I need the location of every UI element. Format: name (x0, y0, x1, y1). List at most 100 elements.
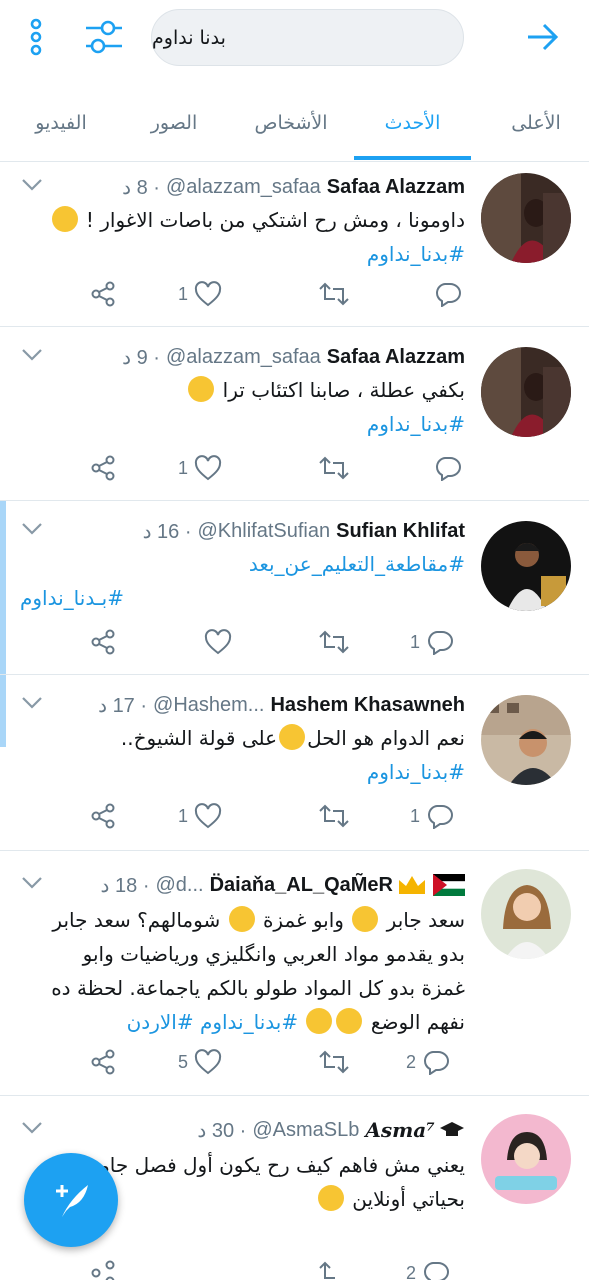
tweet-header: 𝑨𝒔𝒎𝒂⁷ @AsmaSLb · 30 د (46, 1116, 465, 1144)
compose-button[interactable] (24, 1153, 118, 1247)
tweet-time: · 9 د (122, 346, 160, 369)
like-button[interactable]: 1 (178, 451, 222, 485)
author-handle[interactable]: @AsmaSLb (252, 1119, 359, 1142)
tweet-header: Hashem Khasawneh @Hashem... · 17 د (46, 691, 465, 719)
share-icon[interactable] (90, 277, 116, 311)
reply-icon[interactable] (434, 277, 462, 311)
reply-button[interactable]: 2 (406, 1045, 450, 1079)
avatar[interactable] (481, 521, 571, 611)
share-icon[interactable] (90, 625, 116, 659)
active-tab-indicator (354, 156, 471, 160)
author-name[interactable]: Safaa Alazzam (327, 176, 465, 199)
tweet-card[interactable]: Safaa Alazzam @alazzam_safaa · 9 د بكفي … (0, 327, 589, 501)
tweet-card[interactable]: D̈aiaňa_AL_QaM̃eR @d... · 18 د سعد جابر … (0, 851, 589, 1096)
caret-down-icon[interactable] (20, 347, 44, 363)
filter-icon[interactable] (84, 17, 124, 57)
share-icon[interactable] (90, 1256, 116, 1280)
caret-down-icon[interactable] (20, 177, 44, 193)
like-button[interactable]: 1 (178, 277, 222, 311)
reply-icon[interactable] (434, 451, 462, 485)
like-count: 1 (178, 283, 189, 304)
tweet-time: · 18 د (100, 874, 150, 897)
avatar[interactable] (481, 347, 571, 437)
tweet-line: بدو يقدمو مواد العربي وانگليزي ورياضيات … (82, 942, 465, 966)
reply-button[interactable]: 1 (410, 799, 454, 833)
tweet-time: · 17 د (98, 694, 148, 717)
author-name[interactable]: Safaa Alazzam (327, 346, 465, 369)
like-button[interactable]: 5 (178, 1045, 222, 1079)
hashtag-link[interactable]: #بدنا_نداوم #الاردن (127, 1010, 298, 1034)
hashtag-link[interactable]: #بدنا_نداوم (18, 755, 465, 789)
slightly-smiling-face-icon (317, 1185, 344, 1211)
tweet-actions: 1 1 (80, 799, 480, 833)
avatar[interactable] (481, 173, 571, 263)
avatar[interactable] (481, 695, 571, 785)
crown-icon (397, 874, 427, 896)
reply-button[interactable]: 1 (410, 625, 454, 659)
tweet-text: بكفي عطلة ، صابنا اكتئاب ترا #بدنا_نداوم (18, 373, 465, 441)
retweet-icon[interactable] (318, 1256, 350, 1280)
tweet-header: Safaa Alazzam @alazzam_safaa · 9 د (46, 343, 465, 371)
hashtag-link[interactable]: #بـدنا_نداوم (18, 581, 465, 615)
tweet-card[interactable]: Hashem Khasawneh @Hashem... · 17 د نعم ا… (0, 675, 589, 851)
reply-icon (424, 1051, 450, 1075)
hashtag-link[interactable]: #بدنا_نداوم (18, 407, 465, 441)
author-handle[interactable]: @alazzam_safaa (166, 346, 321, 369)
author-name[interactable]: Hashem Khasawneh (270, 694, 465, 717)
caret-down-icon[interactable] (20, 521, 44, 537)
retweet-icon[interactable] (318, 277, 350, 311)
avatar[interactable] (481, 869, 571, 959)
tweet-time: · 16 د (142, 520, 192, 543)
menu-dots-icon[interactable] (16, 17, 56, 57)
author-name[interactable]: D̈aiaňa_AL_QaM̃eR (210, 874, 393, 897)
author-name[interactable]: 𝑨𝒔𝒎𝒂⁷ (365, 1118, 435, 1142)
back-arrow-icon[interactable] (522, 17, 562, 57)
caret-down-icon[interactable] (20, 1120, 44, 1136)
tab-people[interactable]: الأشخاص (236, 92, 346, 162)
author-name[interactable]: Sufian Khlifat (336, 520, 465, 543)
author-handle[interactable]: @d... (155, 874, 203, 897)
tweet-text: داومونا ، ومش رح اشتكي من باصات الاغوار … (18, 203, 465, 271)
tab-top[interactable]: الأعلى (486, 92, 586, 162)
hashtag-link[interactable]: #مقاطعة_التعليم_عن_بعد (18, 547, 465, 581)
share-icon[interactable] (90, 1045, 116, 1079)
share-icon[interactable] (90, 799, 116, 833)
tweet-actions: 1 (80, 451, 480, 485)
retweet-icon[interactable] (318, 1045, 350, 1079)
author-handle[interactable]: @alazzam_safaa (166, 176, 321, 199)
like-button[interactable]: 1 (178, 799, 222, 833)
tweet-line: وابو غمزة (262, 908, 344, 932)
reply-icon (428, 805, 454, 829)
retweet-icon[interactable] (318, 799, 350, 833)
jordan-flag-icon (433, 874, 465, 896)
tab-photos[interactable]: الصور (124, 92, 224, 162)
tab-latest[interactable]: الأحدث (354, 92, 471, 162)
avatar[interactable] (481, 1114, 571, 1204)
graduation-cap-icon (439, 1119, 465, 1141)
tweet-card[interactable]: Sufian Khlifat @KhlifatSufian · 16 د #مق… (0, 501, 589, 675)
tweet-actions: 1 (80, 277, 480, 311)
search-query[interactable]: بدنا نداوم (152, 27, 226, 49)
retweet-icon[interactable] (318, 451, 350, 485)
caret-down-icon[interactable] (20, 695, 44, 711)
retweet-icon[interactable] (318, 625, 350, 659)
search-input[interactable]: بدنا نداوم (151, 9, 464, 66)
tweet-text: نعم الدوام هو الحل على قولة الشيوخ.. #بدن… (18, 721, 465, 789)
reply-button[interactable]: 2 (406, 1256, 450, 1280)
tweet-card[interactable]: Safaa Alazzam @alazzam_safaa · 8 د داومو… (0, 163, 589, 327)
tweet-line: بحياتي أونلاين (352, 1187, 465, 1211)
share-icon[interactable] (90, 451, 116, 485)
reply-count: 1 (410, 805, 421, 826)
pleading-face-icon (51, 206, 78, 232)
author-handle[interactable]: @KhlifatSufian (198, 520, 331, 543)
hashtag-link[interactable]: #بدنا_نداوم (18, 237, 465, 271)
caret-down-icon[interactable] (20, 875, 44, 891)
like-count: 1 (178, 805, 189, 826)
author-handle[interactable]: @Hashem... (153, 694, 264, 717)
tweet-header: D̈aiaňa_AL_QaM̃eR @d... · 18 د (46, 871, 465, 899)
tweet-line: سعد جابر (386, 908, 465, 932)
tweet-line: نفهم الوضع (370, 1010, 465, 1034)
tweet-line: شومالهم؟ سعد جابر (52, 908, 221, 932)
tab-videos[interactable]: الفيديو (6, 92, 116, 162)
like-button[interactable] (204, 625, 232, 659)
